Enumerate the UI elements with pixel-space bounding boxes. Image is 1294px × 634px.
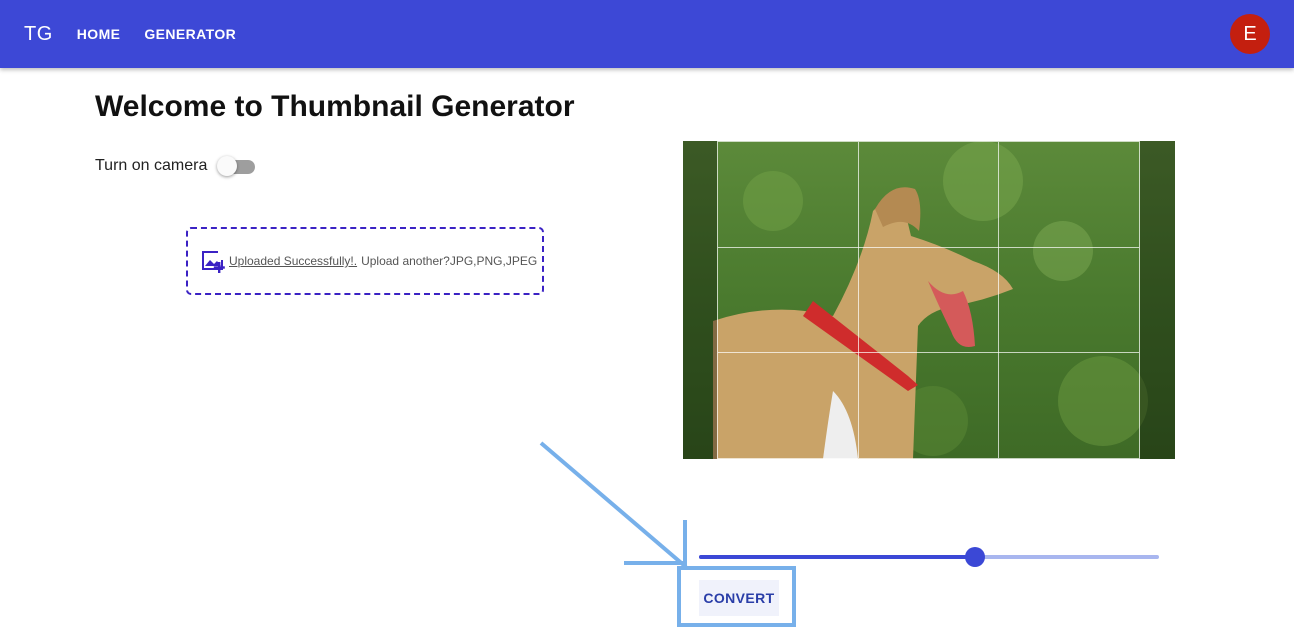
camera-label: Turn on camera <box>95 157 208 174</box>
page-title: Welcome to Thumbnail Generator <box>95 90 575 123</box>
size-slider[interactable] <box>699 546 1159 570</box>
nav-generator[interactable]: GENERATOR <box>144 26 236 42</box>
nav-home[interactable]: HOME <box>77 26 121 42</box>
avatar[interactable]: E <box>1230 14 1270 54</box>
avatar-letter: E <box>1243 22 1257 45</box>
brand-logo[interactable]: TG <box>24 23 53 46</box>
app-bar: TG HOME GENERATOR E <box>0 0 1294 68</box>
upload-dropzone[interactable]: Uploaded Successfully!. Upload another?J… <box>186 227 544 295</box>
crop-shade-right <box>1140 141 1175 459</box>
crop-grid-line <box>858 142 860 458</box>
camera-toggle-row: Turn on camera <box>95 156 256 176</box>
crop-box[interactable] <box>717 141 1140 459</box>
crop-grid-line <box>998 142 1000 458</box>
slider-track <box>699 555 975 559</box>
annotation-arrow <box>539 441 688 569</box>
crop-grid-line <box>718 352 1139 354</box>
upload-hint: Upload another?JPG,PNG,JPEG <box>361 254 538 268</box>
convert-button[interactable]: CONVERT <box>699 580 779 616</box>
crop-grid-line <box>718 247 1139 249</box>
upload-success-link[interactable]: Uploaded Successfully!. <box>229 254 357 268</box>
crop-shade-left <box>683 141 717 459</box>
add-photo-icon <box>202 251 225 273</box>
image-preview <box>683 141 1175 459</box>
camera-switch[interactable] <box>217 156 256 176</box>
slider-thumb[interactable] <box>965 547 985 567</box>
